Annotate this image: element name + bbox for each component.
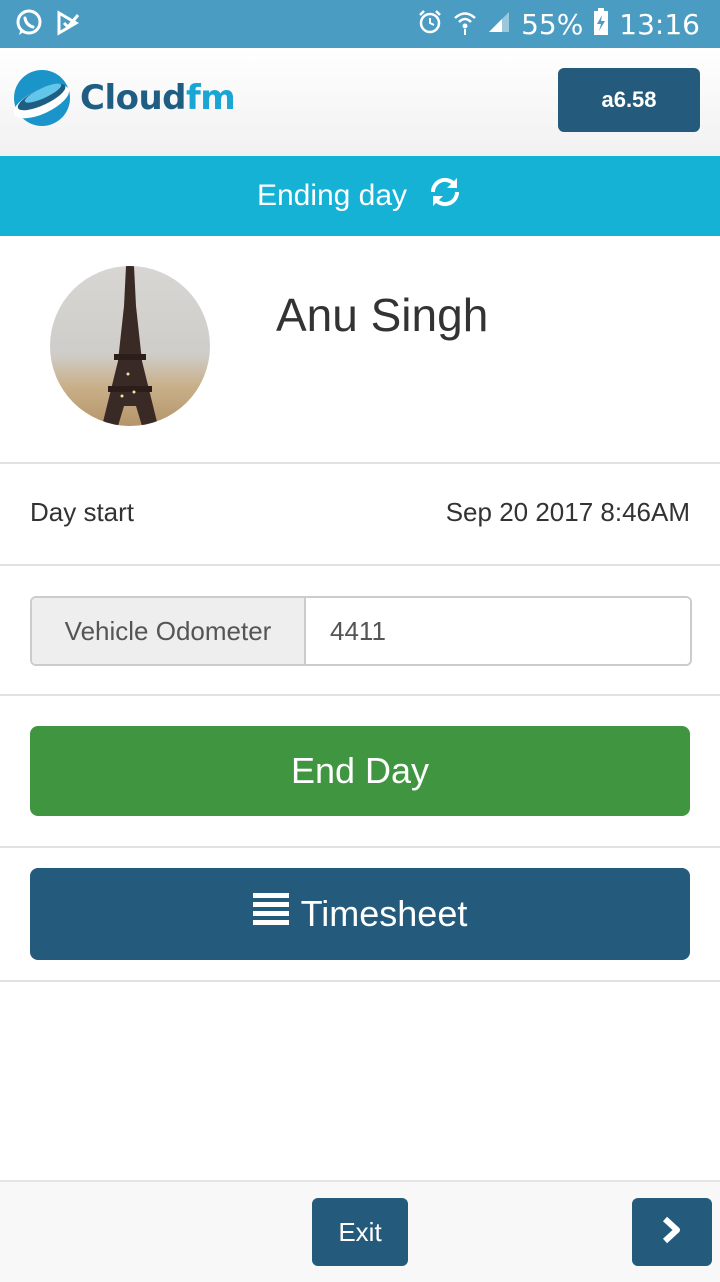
battery-percent: 55% (521, 7, 584, 41)
eiffel-tower-photo (102, 266, 158, 426)
timesheet-row: Timesheet (0, 848, 720, 982)
status-bar: 55% 13:16 (0, 0, 720, 48)
checkmark-flag-icon (56, 10, 82, 40)
ending-day-banner: Ending day (0, 156, 720, 236)
timesheet-button[interactable]: Timesheet (30, 868, 690, 960)
exit-button[interactable]: Exit (312, 1198, 408, 1266)
wifi-icon (453, 9, 477, 39)
end-day-button[interactable]: End Day (30, 726, 690, 816)
whatsapp-icon (14, 8, 44, 42)
refresh-icon[interactable] (427, 174, 463, 218)
odometer-row: Vehicle Odometer (0, 566, 720, 696)
cloudfm-logo-icon (13, 70, 70, 126)
end-day-row: End Day (0, 696, 720, 848)
day-start-row: Day start Sep 20 2017 8:46AM (0, 464, 720, 566)
avatar (50, 266, 210, 426)
app-header: Cloudfm a6.58 (0, 48, 720, 156)
timesheet-label: Timesheet (300, 893, 468, 934)
day-start-value: Sep 20 2017 8:46AM (445, 497, 690, 527)
footer-bar: Exit (0, 1180, 720, 1282)
signal-icon (487, 10, 511, 38)
odometer-label: Vehicle Odometer (32, 598, 306, 664)
list-icon (252, 892, 289, 936)
battery-charging-icon (593, 8, 609, 40)
version-button[interactable]: a6.58 (558, 68, 700, 132)
logo-text-cloud: Cloud (80, 78, 187, 118)
clock: 13:16 (619, 7, 700, 41)
logo-text-fm: fm (186, 78, 236, 118)
chevron-right-icon (661, 1216, 683, 1248)
day-start-label: Day start (30, 497, 135, 527)
next-button[interactable] (632, 1198, 712, 1266)
alarm-icon (417, 9, 443, 39)
profile-section: Anu Singh (0, 236, 720, 464)
odometer-input[interactable] (306, 598, 690, 664)
odometer-input-group: Vehicle Odometer (30, 596, 692, 666)
cloudfm-logo: Cloudfm (12, 68, 236, 128)
user-name: Anu Singh (276, 289, 489, 341)
banner-text: Ending day (256, 179, 408, 212)
